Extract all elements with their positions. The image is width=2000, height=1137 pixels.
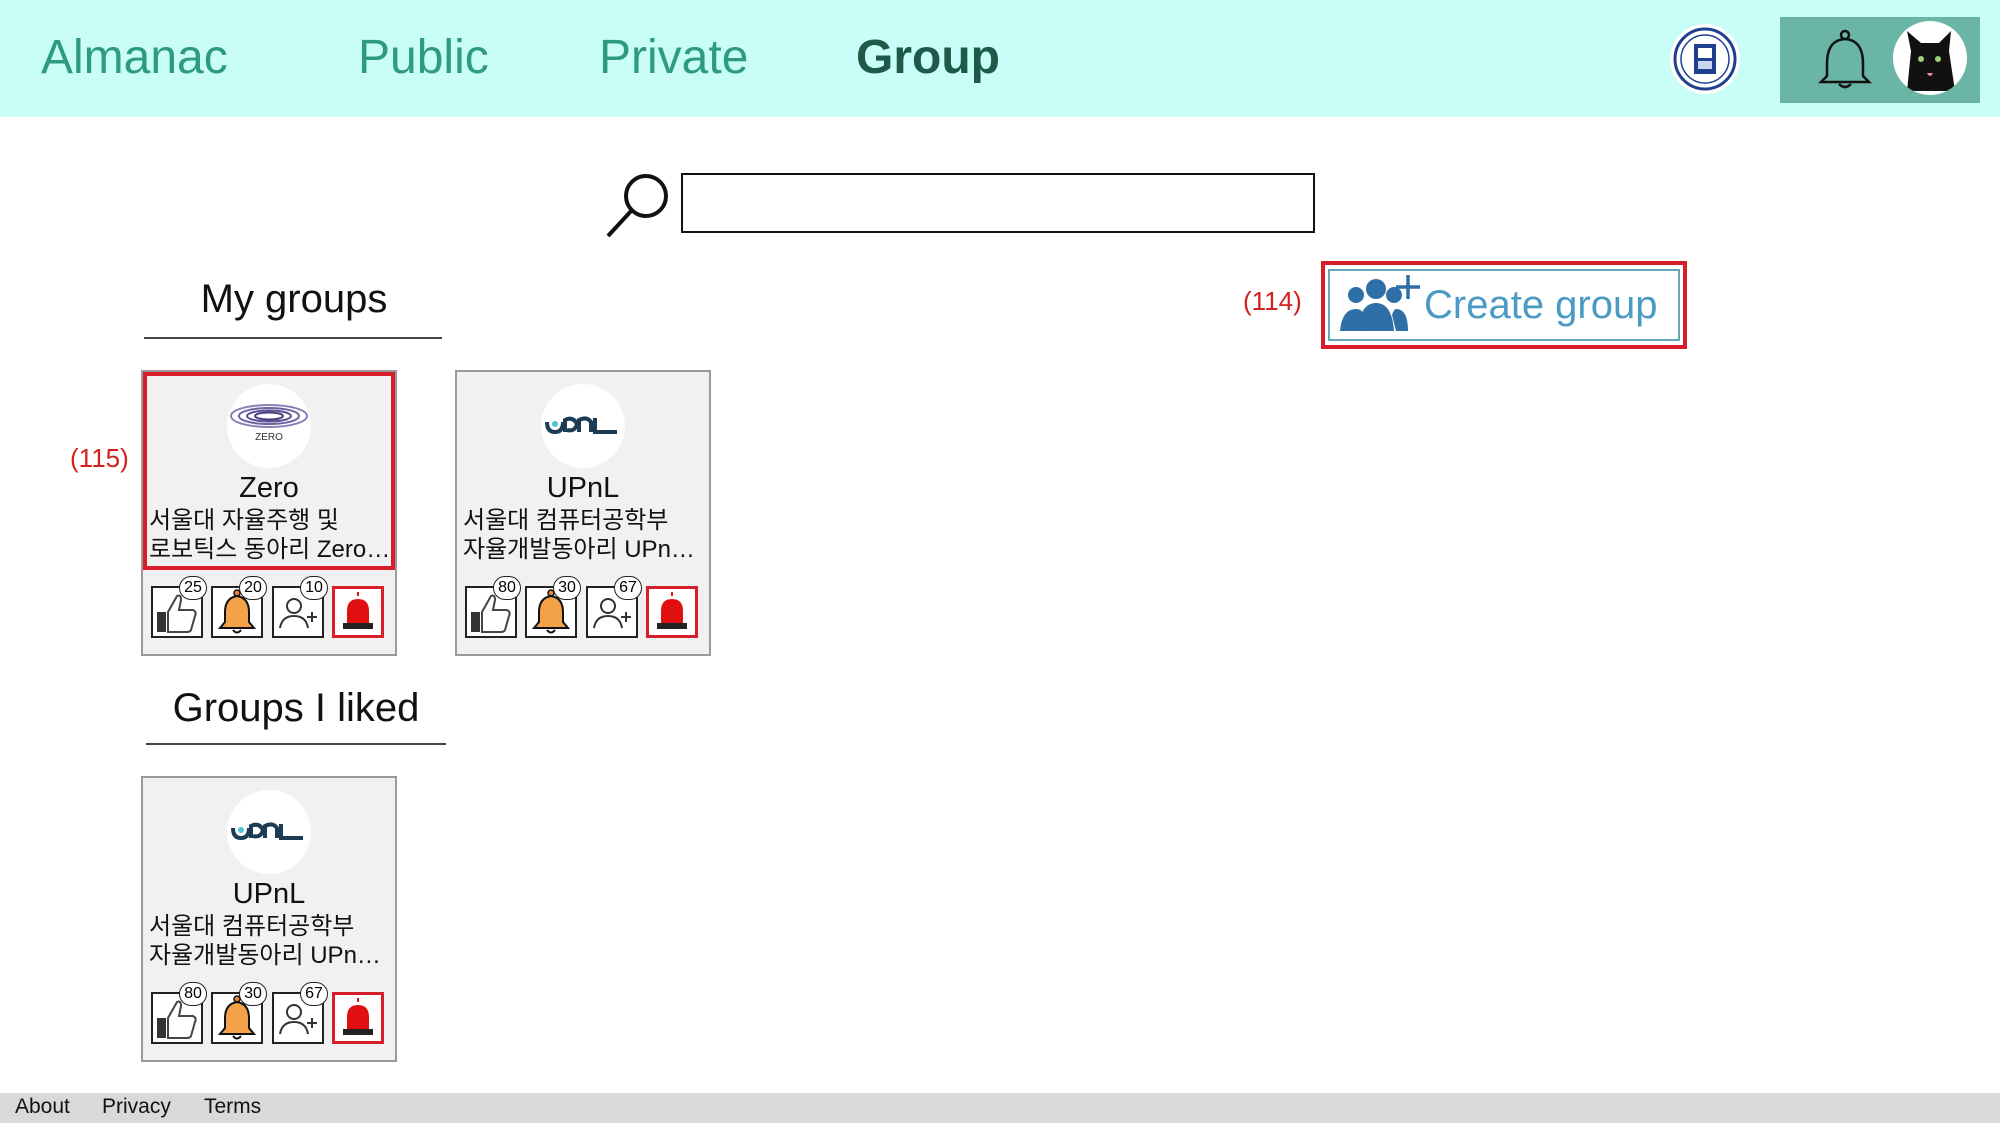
notification-count-badge: 30 (239, 982, 267, 1006)
my-groups-title: My groups (200, 277, 388, 321)
group-name: UPnL (546, 472, 620, 504)
group-logo (227, 790, 311, 874)
group-logo (541, 384, 625, 468)
liked-groups-divider (146, 743, 446, 745)
member-count-badge: 10 (300, 576, 328, 600)
black-cat-avatar[interactable] (1893, 21, 1967, 95)
notification-button[interactable]: 20 (211, 576, 267, 638)
add-member-button[interactable]: 67 (272, 982, 328, 1044)
footer-privacy-link[interactable]: Privacy (102, 1095, 171, 1119)
group-description: 서울대 컴퓨터공학부 자율개발동아리 UPnL입니다 (463, 507, 707, 563)
nav-private[interactable]: Private (599, 28, 748, 88)
group-name: UPnL (232, 878, 306, 910)
footer-about-link[interactable]: About (15, 1095, 70, 1119)
siren-alert-button[interactable] (332, 586, 384, 638)
group-card-upnl-liked[interactable]: UPnL 서울대 컴퓨터공학부 자율개발동아리 UPnL입니다 80 30 67 (141, 776, 397, 1062)
like-count-badge: 80 (493, 576, 521, 600)
like-button[interactable]: 25 (151, 576, 207, 638)
search-input[interactable] (681, 173, 1315, 233)
footer: About Privacy Terms (0, 1093, 2000, 1123)
bell-icon[interactable] (1815, 28, 1875, 92)
like-count-badge: 80 (179, 982, 207, 1006)
siren-alert-button[interactable] (646, 586, 698, 638)
nav-group[interactable]: Group (856, 28, 1000, 88)
university-emblem-icon[interactable] (1670, 24, 1740, 94)
nav-public[interactable]: Public (358, 28, 489, 88)
annotation-label: (114) (1243, 286, 1302, 316)
my-groups-divider (144, 337, 442, 339)
like-button[interactable]: 80 (465, 576, 521, 638)
add-group-icon (1336, 273, 1420, 337)
group-card-upnl[interactable]: UPnL 서울대 컴퓨터공학부 자율개발동아리 UPnL입니다 80 30 67 (455, 370, 711, 656)
liked-groups-title: Groups I liked (172, 686, 420, 730)
footer-terms-link[interactable]: Terms (204, 1095, 261, 1119)
notification-count-badge: 20 (239, 576, 267, 600)
add-member-button[interactable]: 67 (586, 576, 642, 638)
create-group-button[interactable]: Create group (1328, 269, 1680, 341)
highlight-box (143, 372, 395, 570)
member-count-badge: 67 (614, 576, 642, 600)
notification-button[interactable]: 30 (211, 982, 267, 1044)
nav-almanac[interactable]: Almanac (41, 28, 228, 88)
siren-alert-button[interactable] (332, 992, 384, 1044)
create-group-label: Create group (1424, 283, 1658, 327)
notification-count-badge: 30 (553, 576, 581, 600)
like-count-badge: 25 (179, 576, 207, 600)
notification-button[interactable]: 30 (525, 576, 581, 638)
like-button[interactable]: 80 (151, 982, 207, 1044)
group-description: 서울대 컴퓨터공학부 자율개발동아리 UPnL입니다 (149, 913, 393, 969)
member-count-badge: 67 (300, 982, 328, 1006)
add-member-button[interactable]: 10 (272, 576, 328, 638)
annotation-label: (115) (70, 443, 129, 473)
search-icon (604, 170, 674, 240)
